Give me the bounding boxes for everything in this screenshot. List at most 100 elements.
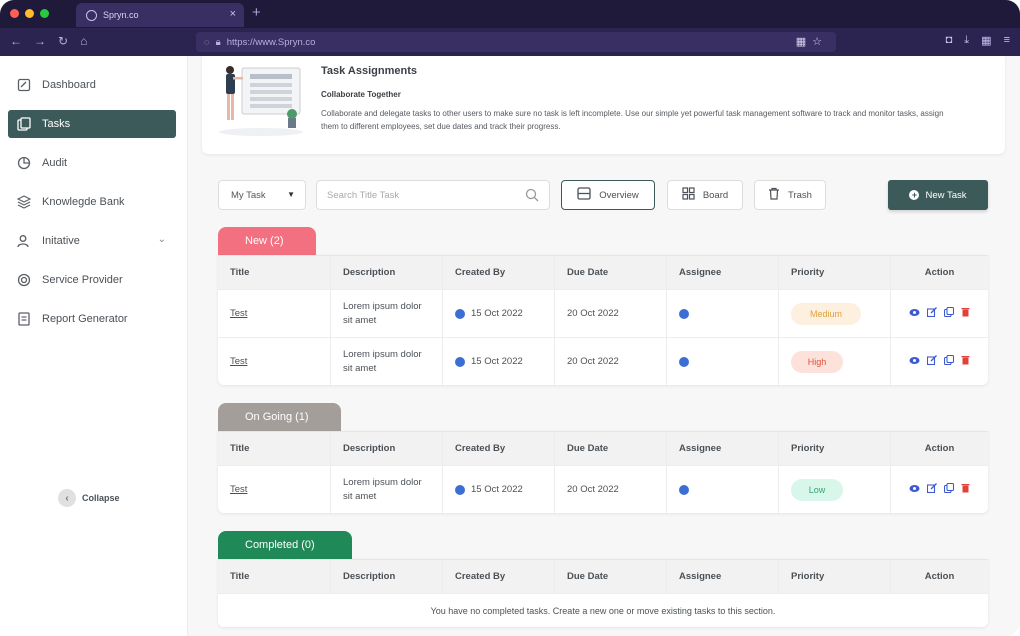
board-view-button[interactable]: Board — [667, 180, 743, 210]
delete-icon[interactable] — [961, 355, 970, 368]
delete-icon[interactable] — [961, 483, 970, 496]
trash-label: Trash — [788, 189, 812, 201]
browser-nav-bar: ← → ↻ ⌂ ◌ 🔒︎ https://www.Spryn.co ▦ ☆ ◘ … — [0, 28, 1020, 56]
due-date: 20 Oct 2022 — [554, 290, 666, 337]
group-tab-new[interactable]: New (2) — [218, 227, 316, 255]
edit-icon[interactable] — [926, 307, 937, 320]
maximize-window-button[interactable] — [40, 9, 49, 18]
view-icon[interactable] — [909, 308, 920, 320]
extensions-icon[interactable]: ▦ — [981, 34, 991, 47]
lock-icon: 🔒︎ — [215, 36, 221, 48]
group-label: On Going (1) — [245, 411, 309, 423]
due-date: 20 Oct 2022 — [554, 338, 666, 385]
pocket-icon[interactable]: ◘ — [946, 34, 953, 47]
sidebar-item-label: Tasks — [42, 118, 71, 130]
browser-tab[interactable]: Spryn.co × — [76, 3, 244, 27]
bookmark-star-icon[interactable]: ☆ — [812, 35, 822, 48]
search-icon[interactable] — [525, 188, 539, 205]
user-avatar-icon — [455, 308, 465, 319]
column-header-due-date: Due Date — [554, 560, 666, 593]
duplicate-icon[interactable] — [943, 354, 955, 368]
table-row[interactable]: Test Lorem ipsum dolor sit amet 15 Oct 2… — [218, 289, 988, 337]
view-icon[interactable] — [909, 356, 920, 368]
tab-title: Spryn.co — [103, 10, 139, 20]
board-icon — [682, 187, 695, 203]
back-icon[interactable]: ← — [10, 34, 22, 48]
main-content: Task Assignments Collaborate Together Co… — [188, 56, 1020, 636]
sidebar-item-knowledge-bank[interactable]: Knowlegde Bank — [8, 188, 176, 216]
assignee-avatar-icon[interactable] — [679, 308, 689, 319]
sidebar-item-report-generator[interactable]: Report Generator — [8, 305, 176, 333]
sidebar-item-audit[interactable]: Audit — [8, 149, 176, 177]
duplicate-icon[interactable] — [943, 306, 955, 320]
download-icon[interactable]: ⤓ — [964, 34, 969, 47]
collapse-button[interactable]: ‹ Collapse — [58, 489, 120, 507]
task-toolbar: My Task ▼ Search Title Task Overview Boa… — [218, 180, 990, 210]
priority-badge: Low — [791, 478, 843, 501]
chevron-left-icon: ‹ — [58, 489, 76, 507]
home-icon[interactable]: ⌂ — [80, 34, 87, 48]
task-description: Lorem ipsum dolor sit amet — [330, 466, 442, 513]
column-header-priority: Priority — [778, 256, 890, 289]
board-label: Board — [702, 189, 729, 201]
sidebar-item-label: Report Generator — [42, 313, 128, 325]
edit-icon[interactable] — [926, 355, 937, 368]
sidebar-item-dashboard[interactable]: Dashboard — [8, 71, 176, 99]
column-header-action: Action — [890, 256, 988, 289]
table-row[interactable]: Test Lorem ipsum dolor sit amet 15 Oct 2… — [218, 465, 988, 513]
column-header-due-date: Due Date — [554, 432, 666, 465]
tasks-icon — [16, 116, 32, 132]
audit-icon — [16, 155, 32, 171]
assignee-avatar-icon[interactable] — [679, 356, 689, 367]
created-by-date: 15 Oct 2022 — [471, 308, 523, 319]
close-tab-icon[interactable]: × — [230, 8, 236, 20]
priority-badge: High — [791, 350, 843, 373]
shield-icon: ◌ — [204, 36, 210, 48]
minimize-window-button[interactable] — [25, 9, 34, 18]
column-header-priority: Priority — [778, 560, 890, 593]
banner-title: Task Assignments — [321, 65, 417, 77]
column-header-description: Description — [330, 560, 442, 593]
new-task-button[interactable]: + New Task — [888, 180, 988, 210]
view-icon[interactable] — [909, 484, 920, 496]
window-controls — [10, 9, 49, 18]
overview-view-button[interactable]: Overview — [561, 180, 655, 210]
group-label: New (2) — [245, 235, 284, 247]
task-description: Lorem ipsum dolor sit amet — [330, 338, 442, 385]
duplicate-icon[interactable] — [943, 482, 955, 496]
group-tab-completed[interactable]: Completed (0) — [218, 531, 352, 559]
trash-button[interactable]: Trash — [754, 180, 826, 210]
sidebar-item-label: Service Provider — [42, 274, 123, 286]
plus-icon: + — [909, 190, 920, 200]
user-avatar-icon — [455, 356, 465, 367]
new-tab-button[interactable]: + — [252, 4, 261, 21]
sidebar-item-label: Knowlegde Bank — [42, 196, 125, 208]
reload-icon[interactable]: ↻ — [58, 34, 68, 48]
task-title-link[interactable]: Test — [230, 484, 247, 495]
empty-state-message: You have no completed tasks. Create a ne… — [218, 593, 988, 627]
banner-subtitle: Collaborate Together — [321, 90, 401, 99]
assignee-avatar-icon[interactable] — [679, 484, 689, 495]
task-title-link[interactable]: Test — [230, 356, 247, 367]
edit-icon[interactable] — [926, 483, 937, 496]
column-header-created-by: Created By — [442, 432, 554, 465]
delete-icon[interactable] — [961, 307, 970, 320]
column-header-priority: Priority — [778, 432, 890, 465]
grid-icon[interactable]: ▦ — [796, 35, 806, 48]
sidebar-item-tasks[interactable]: Tasks — [8, 110, 176, 138]
chevron-down-icon[interactable]: ⌄ — [158, 234, 166, 245]
sidebar-item-initiative[interactable]: Initative ⌄ — [8, 227, 176, 255]
task-filter-select[interactable]: My Task ▼ — [218, 180, 306, 210]
menu-icon[interactable]: ≡ — [1004, 34, 1010, 47]
address-bar[interactable]: ◌ 🔒︎ https://www.Spryn.co ▦ ☆ — [196, 32, 836, 52]
search-input[interactable]: Search Title Task — [316, 180, 550, 210]
column-header-title: Title — [230, 267, 250, 278]
group-tab-on-going[interactable]: On Going (1) — [218, 403, 341, 431]
table-row[interactable]: Test Lorem ipsum dolor sit amet 15 Oct 2… — [218, 337, 988, 385]
task-description: Lorem ipsum dolor sit amet — [330, 290, 442, 337]
group-label: Completed (0) — [245, 539, 315, 551]
close-window-button[interactable] — [10, 9, 19, 18]
sidebar-item-service-provider[interactable]: Service Provider — [8, 266, 176, 294]
task-title-link[interactable]: Test — [230, 308, 247, 319]
forward-icon[interactable]: → — [34, 34, 46, 48]
